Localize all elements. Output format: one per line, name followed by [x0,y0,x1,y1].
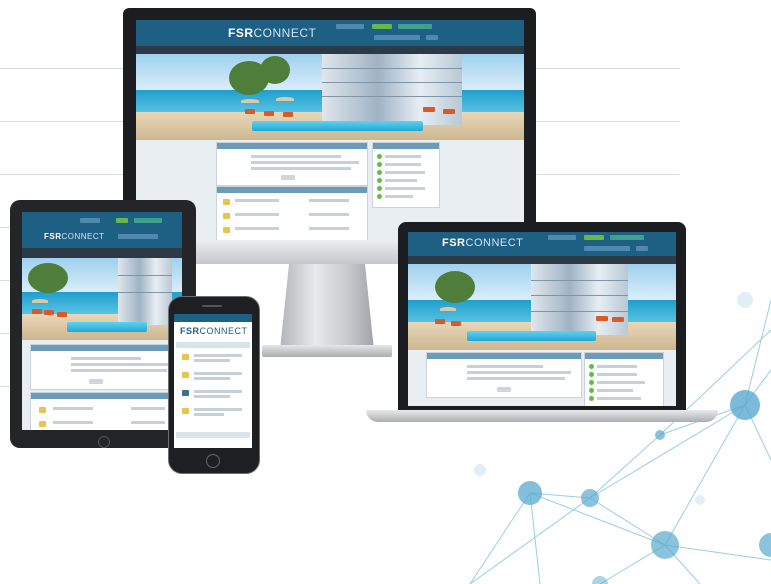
services-panel [216,186,368,240]
phone-home-button[interactable] [206,454,220,468]
tablet-home-button[interactable] [98,436,110,448]
site-logo: FSRCONNECT [442,237,524,249]
header-register-button[interactable] [584,235,604,240]
laptop-base [366,410,718,422]
hero-image [136,54,524,140]
learn-more-button[interactable] [89,379,103,384]
site-header: FSRCONNECT [136,20,524,46]
header-contact-info [374,35,420,40]
welcome-panel [216,142,368,186]
phone-screen: FSRCONNECT [174,314,252,448]
site-nav[interactable] [408,256,676,264]
header-login-link[interactable] [336,24,364,29]
learn-more-button[interactable] [497,387,511,392]
header-search-button[interactable] [426,35,438,40]
site-logo: FSRCONNECT [180,326,248,336]
welcome-panel [30,344,180,390]
laptop-screen: FSRCONNECT [408,232,676,406]
site-logo: FSRCONNECT [44,232,105,241]
phone-section-bar [176,432,250,438]
header-register-button[interactable] [116,218,128,223]
site-nav[interactable] [136,46,524,54]
site-header: FSRCONNECT [408,232,676,256]
hero-image [22,258,182,340]
header-search-button[interactable] [636,246,648,251]
header-login-link[interactable] [548,235,576,240]
services-panel [30,392,180,430]
phone-section-bar [176,342,250,348]
header-account-button[interactable] [610,235,644,240]
header-register-button[interactable] [372,24,392,29]
site-header [174,314,252,322]
welcome-panel [426,352,582,398]
header-contact-info [118,234,158,239]
quick-links-panel [584,352,664,406]
header-account-button[interactable] [398,24,432,29]
site-header: FSRCONNECT [22,212,182,248]
site-logo: FSRCONNECT [228,26,317,40]
header-account-button[interactable] [134,218,162,223]
monitor-base [262,345,392,357]
quick-links-panel [372,142,440,208]
header-login-link[interactable] [80,218,100,223]
hero-image [408,264,676,350]
header-contact-info [584,246,630,251]
site-nav[interactable] [22,248,182,258]
phone-speaker [202,305,222,307]
tablet-screen: FSRCONNECT [22,212,182,430]
learn-more-button[interactable] [281,175,295,180]
